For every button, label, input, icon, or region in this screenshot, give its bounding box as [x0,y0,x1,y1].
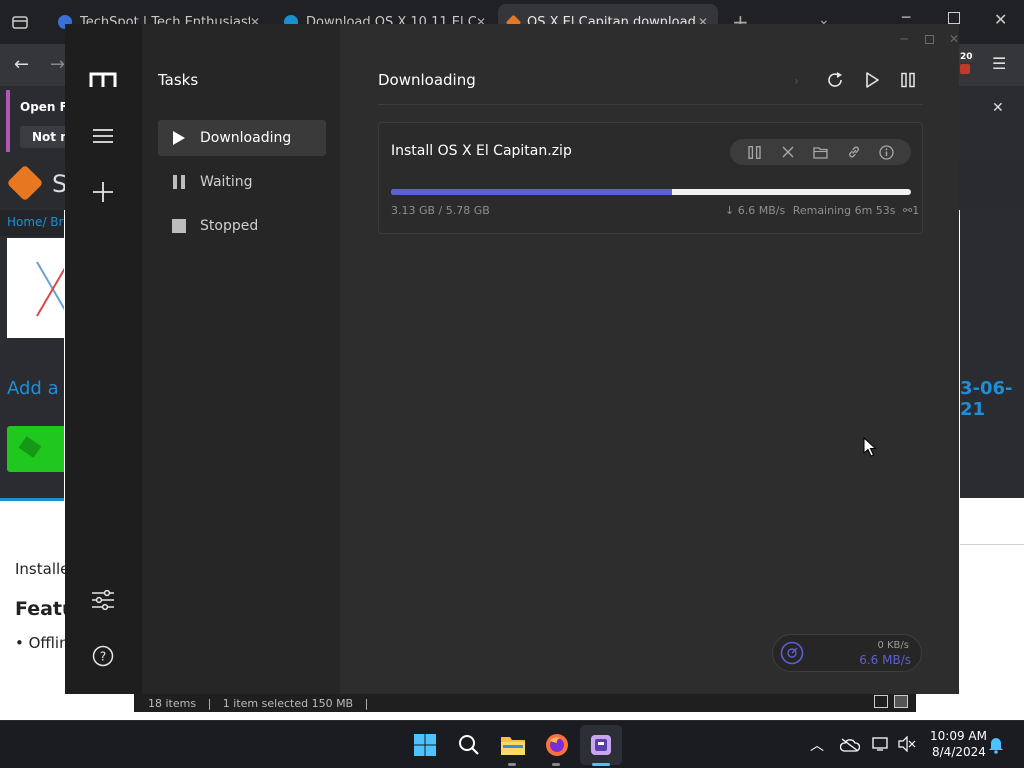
tab-actions-icon[interactable] [10,12,30,32]
motrix-running-indicator [592,763,610,766]
infobar-accent [6,90,10,152]
explorer-separator: | [364,697,369,710]
connections-icon: ⚯ [903,204,913,217]
browser-menu-icon[interactable]: ☰ [992,54,1006,73]
task-file-name: Install OS X El Capitan.zip [391,143,572,159]
browser-close-icon[interactable]: ✕ [994,10,1007,29]
sidebar-item-label: Downloading [200,130,292,146]
show-hidden-icons-chevron-icon[interactable]: ︿ [810,735,824,755]
play-icon [172,131,186,145]
speedometer-widget[interactable]: 0 KB/s 6.6 MB/s [772,634,922,672]
file-explorer-status-bar: 18 items | 1 item selected 150 MB | [134,694,916,712]
add-review-link[interactable]: Add a [7,378,59,399]
app-minimize-icon[interactable]: ─ [892,30,916,48]
upload-speed: 0 KB/s [877,640,909,651]
page-grey-rule [960,544,1024,545]
firefox-icon[interactable] [543,731,571,759]
clock-time[interactable]: 10:09 AM [930,729,987,743]
downloader-app-window: ? Tasks Downloading Waiting Stopped ─ ✕ … [65,24,959,694]
help-question-icon[interactable]: ? [89,642,117,670]
search-icon[interactable] [455,731,483,759]
toolbar-separator-dot: › [794,74,799,88]
download-arrow-icon: ↓ [725,204,735,217]
task-categories-panel: Tasks Downloading Waiting Stopped [142,24,340,694]
details-view-icon[interactable] [874,695,888,708]
download-tag-icon [18,436,42,458]
notification-bell-icon[interactable] [988,736,1004,754]
speedometer-icon [780,641,804,665]
release-date: 3-06-21 [960,378,1013,420]
task-list-main: ─ ✕ Downloading › Install OS X El Capita… [340,24,959,694]
task-info-icon[interactable] [878,143,896,161]
delete-task-icon[interactable] [779,143,797,161]
windows-taskbar: ︿ 10:09 AM 8/4/2024 [0,720,1024,768]
page-blue-rule [0,498,64,501]
task-action-bar [730,139,911,165]
app-maximize-icon[interactable] [917,30,941,48]
sidebar-item-downloading[interactable]: Downloading [158,120,326,156]
task-progress-bar [391,189,911,195]
stop-icon [172,219,186,233]
pause-task-icon[interactable] [746,143,764,161]
firefox-running-indicator [552,763,560,766]
infobar-close-icon[interactable]: ✕ [992,100,1004,116]
extension-badge: 20 [958,52,975,62]
product-thumbnail [7,238,66,338]
pause-all-icon[interactable] [900,72,918,90]
task-progress-fill [391,189,672,195]
breadcrumb: Home/ Bro [0,210,64,236]
svg-text:?: ? [100,650,106,664]
file-explorer-icon[interactable] [499,731,527,759]
feature-bullet: • Offlin [15,634,69,652]
task-remaining: Remaining 6m 53s [792,204,896,217]
browser-restore-icon[interactable] [948,12,960,24]
explorer-item-count: 18 items [148,697,197,710]
sidebar-item-label: Waiting [200,174,253,190]
download-button[interactable] [7,426,64,472]
app-sidebar-rail: ? [65,24,142,694]
network-icon[interactable] [872,736,890,752]
tiles-view-icon[interactable] [894,695,908,708]
mouse-cursor [863,436,877,457]
explorer-separator: | [207,697,212,710]
start-windows-icon[interactable] [411,731,439,759]
preferences-sliders-icon[interactable] [89,586,117,614]
task-item-card[interactable]: Install OS X El Capitan.zip 3.13 GB / 5.… [378,122,923,234]
app-close-icon[interactable]: ✕ [942,30,966,48]
sidebar-item-label: Stopped [200,218,259,234]
motrix-app-icon[interactable] [587,731,615,759]
task-connections: 1 [912,204,920,217]
installer-text: Installe [15,560,70,578]
header-divider [378,104,923,105]
volume-muted-icon[interactable] [898,735,916,753]
explorer-selection: 1 item selected 150 MB [222,697,354,710]
shield-icon [960,64,970,74]
download-speed: 6.6 MB/s [859,653,911,667]
task-speed: 6.6 MB/s [737,204,786,217]
resume-all-play-icon[interactable] [864,72,882,90]
app-logo [89,66,117,94]
clock-date[interactable]: 8/4/2024 [932,745,986,759]
breadcrumb-browse[interactable]: / Bro [42,215,64,229]
open-folder-icon[interactable] [812,143,830,161]
explorer-running-indicator [508,763,516,766]
refresh-icon[interactable] [826,71,846,91]
task-list-menu-icon[interactable] [89,122,117,150]
sidebar-heading: Tasks [158,71,199,89]
sidebar-item-waiting[interactable]: Waiting [158,164,326,200]
pause-icon [172,175,186,189]
task-progress-text: 3.13 GB / 5.78 GB [391,204,490,217]
back-arrow-icon[interactable]: ← [14,54,29,75]
task-stats: ↓ 6.6 MB/s Remaining 6m 53s ⚯1 [725,204,919,217]
forward-arrow-icon[interactable]: → [50,54,65,75]
page-right-header [960,158,1024,210]
copy-link-icon[interactable] [845,143,863,161]
breadcrumb-home-link[interactable]: Home [7,215,42,229]
page-title: Downloading [378,71,476,89]
extension-icon[interactable]: 20 [958,52,975,74]
add-task-plus-icon[interactable] [89,178,117,206]
onedrive-offline-icon[interactable] [839,737,861,752]
sidebar-item-stopped[interactable]: Stopped [158,208,326,244]
